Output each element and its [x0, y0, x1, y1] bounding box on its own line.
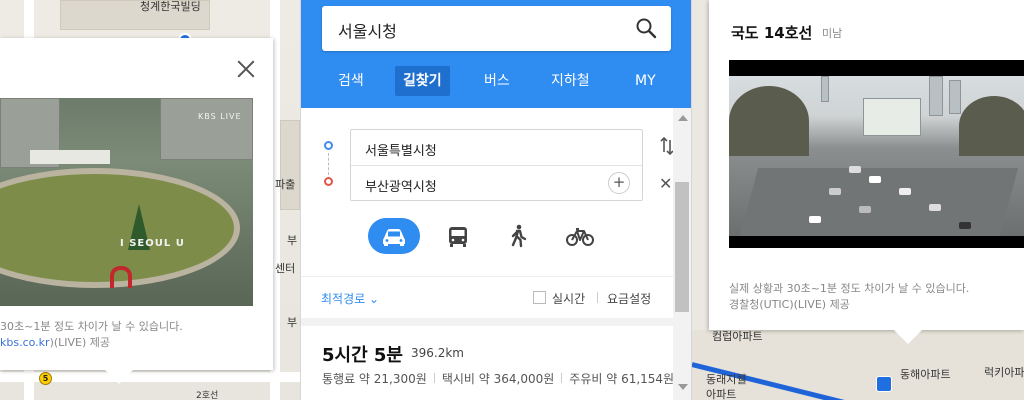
cctv-source-link[interactable]: kbs.co.kr [0, 336, 50, 349]
cam-building [949, 80, 961, 114]
map-label: 동래지웰 [706, 373, 747, 386]
walk-icon [511, 224, 527, 248]
route-sort-dropdown[interactable]: 최적경로 ⌄ [321, 290, 379, 307]
mode-bike-button[interactable] [562, 218, 598, 254]
cam-trees [729, 86, 809, 156]
map-label: 럭키아파 [984, 366, 1024, 379]
map-building [280, 120, 300, 210]
swap-icon[interactable] [660, 136, 674, 156]
cam-car [809, 216, 821, 223]
search-icon[interactable] [635, 17, 657, 39]
cam-car [859, 206, 871, 213]
cctv-title: 국도 14호선 [731, 24, 813, 42]
start-input[interactable]: 서울특별시청 [365, 140, 437, 159]
search-input[interactable]: 서울시청 [338, 18, 397, 42]
map-label: 청계한국빌딩 [140, 0, 201, 13]
divider [351, 165, 642, 166]
cam-building [821, 76, 829, 102]
tab-search[interactable]: 검색 [338, 66, 364, 96]
route-costs: 통행료 약 21,300원 택시비 약 364,000원 주유비 약 61,154원 [322, 370, 674, 387]
mode-car-button[interactable] [368, 218, 420, 254]
scroll-up-arrow-icon[interactable] [678, 115, 688, 121]
divider [561, 373, 563, 383]
route-distance: 396.2km [411, 346, 464, 360]
cctv-caption: 30초~1분 정도 차이가 날 수 있습니다. [0, 320, 183, 333]
cctv-source: kbs.co.kr)(LIVE) 제공 [0, 334, 110, 350]
end-point-icon [324, 177, 333, 186]
tab-subway[interactable]: 지하철 [551, 66, 590, 96]
map-label: 2호선 [196, 391, 219, 400]
search-box[interactable]: 서울시청 [322, 6, 671, 51]
end-input[interactable]: 부산광역시청 [365, 176, 437, 195]
map-label: 아파트 [706, 388, 737, 400]
add-waypoint-button[interactable]: + [608, 172, 630, 194]
route-duration[interactable]: 5시간 5분 [322, 341, 403, 367]
cam-car [849, 166, 861, 173]
close-icon[interactable] [235, 58, 257, 80]
map-label: 컴럽아파트 [712, 330, 763, 343]
divider [301, 318, 673, 326]
cam-tent [30, 150, 110, 164]
divider [301, 276, 673, 277]
taxi-cost: 택시비 약 364,000원 [441, 372, 555, 386]
map-label: 부 [287, 234, 298, 247]
clear-route-button[interactable]: ✕ [659, 174, 672, 193]
cctv-popup-left: I SEOUL U KBS LIVE 30초~1분 정도 차이가 날 수 있습니… [0, 38, 273, 384]
tab-directions[interactable]: 길찾기 [395, 66, 450, 96]
map-label: 부 [287, 316, 298, 329]
cam-car [829, 188, 841, 195]
route-inputs: 서울특별시청 부산광역시청 + [350, 129, 643, 201]
cctv-caption: 실제 상황과 30초~1분 정도 차이가 날 수 있습니다. [729, 282, 970, 295]
bus-icon [449, 227, 467, 247]
cam-watermark: KBS LIVE [198, 112, 242, 121]
cam-trees [959, 96, 1024, 156]
scroll-down-arrow-icon[interactable] [678, 384, 688, 390]
route-number-badge: 5 [39, 372, 52, 385]
car-icon [383, 229, 405, 246]
toll-cost: 통행료 약 21,300원 [322, 372, 427, 386]
cctv-source-text: )(LIVE) 제공 [49, 336, 111, 349]
cam-car [869, 176, 881, 183]
cam-building [160, 98, 253, 160]
cctv-video[interactable]: I SEOUL U KBS LIVE [0, 98, 253, 306]
route-connector [328, 153, 329, 175]
cam-building [863, 98, 921, 136]
cctv-location: 미남 [822, 27, 843, 40]
fuel-cost: 주유비 약 61,154원 [569, 372, 675, 386]
mode-walk-button[interactable] [500, 218, 536, 254]
cam-red-arch [110, 266, 132, 288]
divider [433, 373, 435, 383]
scrollbar-thumb[interactable] [675, 182, 689, 312]
cctv-source: 경찰청(UTIC)(LIVE) 제공 [729, 298, 850, 311]
nav-tabs: 검색 길찾기 버스 지하철 MY [301, 66, 691, 96]
map-label: 동해아파트 [900, 368, 951, 381]
realtime-label: 실시간 [552, 292, 586, 306]
tab-my[interactable]: MY [635, 66, 656, 96]
search-panel: 서울시청 검색 길찾기 버스 지하철 MY 서울특별시청 부산광역시청 + ✕ … [300, 0, 692, 400]
realtime-checkbox[interactable] [533, 291, 546, 304]
bike-icon [566, 228, 594, 246]
cctv-video[interactable] [729, 60, 1024, 248]
cam-car [929, 204, 941, 211]
panel-header: 서울시청 검색 길찾기 버스 지하철 MY [301, 0, 691, 108]
tab-bus[interactable]: 버스 [484, 66, 510, 96]
cam-scene [729, 76, 1024, 236]
cam-car [899, 188, 911, 195]
fare-settings-button[interactable]: 요금설정 [607, 290, 651, 307]
map-label: 센터 [275, 262, 296, 275]
cctv-marker-icon[interactable] [876, 376, 892, 392]
start-point-icon [324, 141, 333, 150]
directions-body: 서울특별시청 부산광역시청 + ✕ 최적경로 ⌄ 실시간 요금설정 5시간 5분… [301, 108, 674, 400]
cam-car [959, 222, 971, 229]
cctv-popup-right: 국도 14호선 미남 실제 상황과 30초~1분 정도 차이가 날 수 있습니다… [709, 0, 1024, 344]
mode-bus-button[interactable] [440, 218, 476, 254]
cam-sign-text: I SEOUL U [120, 238, 185, 249]
left-map[interactable]: 청계한국빌딩 파출 부 센터 부 5 2호선 I SEOUL U KBS LIV… [0, 0, 300, 400]
divider [597, 292, 598, 303]
cam-building [929, 76, 943, 116]
map-label: 파출 [275, 178, 296, 191]
right-map[interactable]: 컴럽아파트 동래지웰 아파트 동해아파트 럭키아파 국도 14호선 미남 실제 … [692, 0, 1024, 400]
